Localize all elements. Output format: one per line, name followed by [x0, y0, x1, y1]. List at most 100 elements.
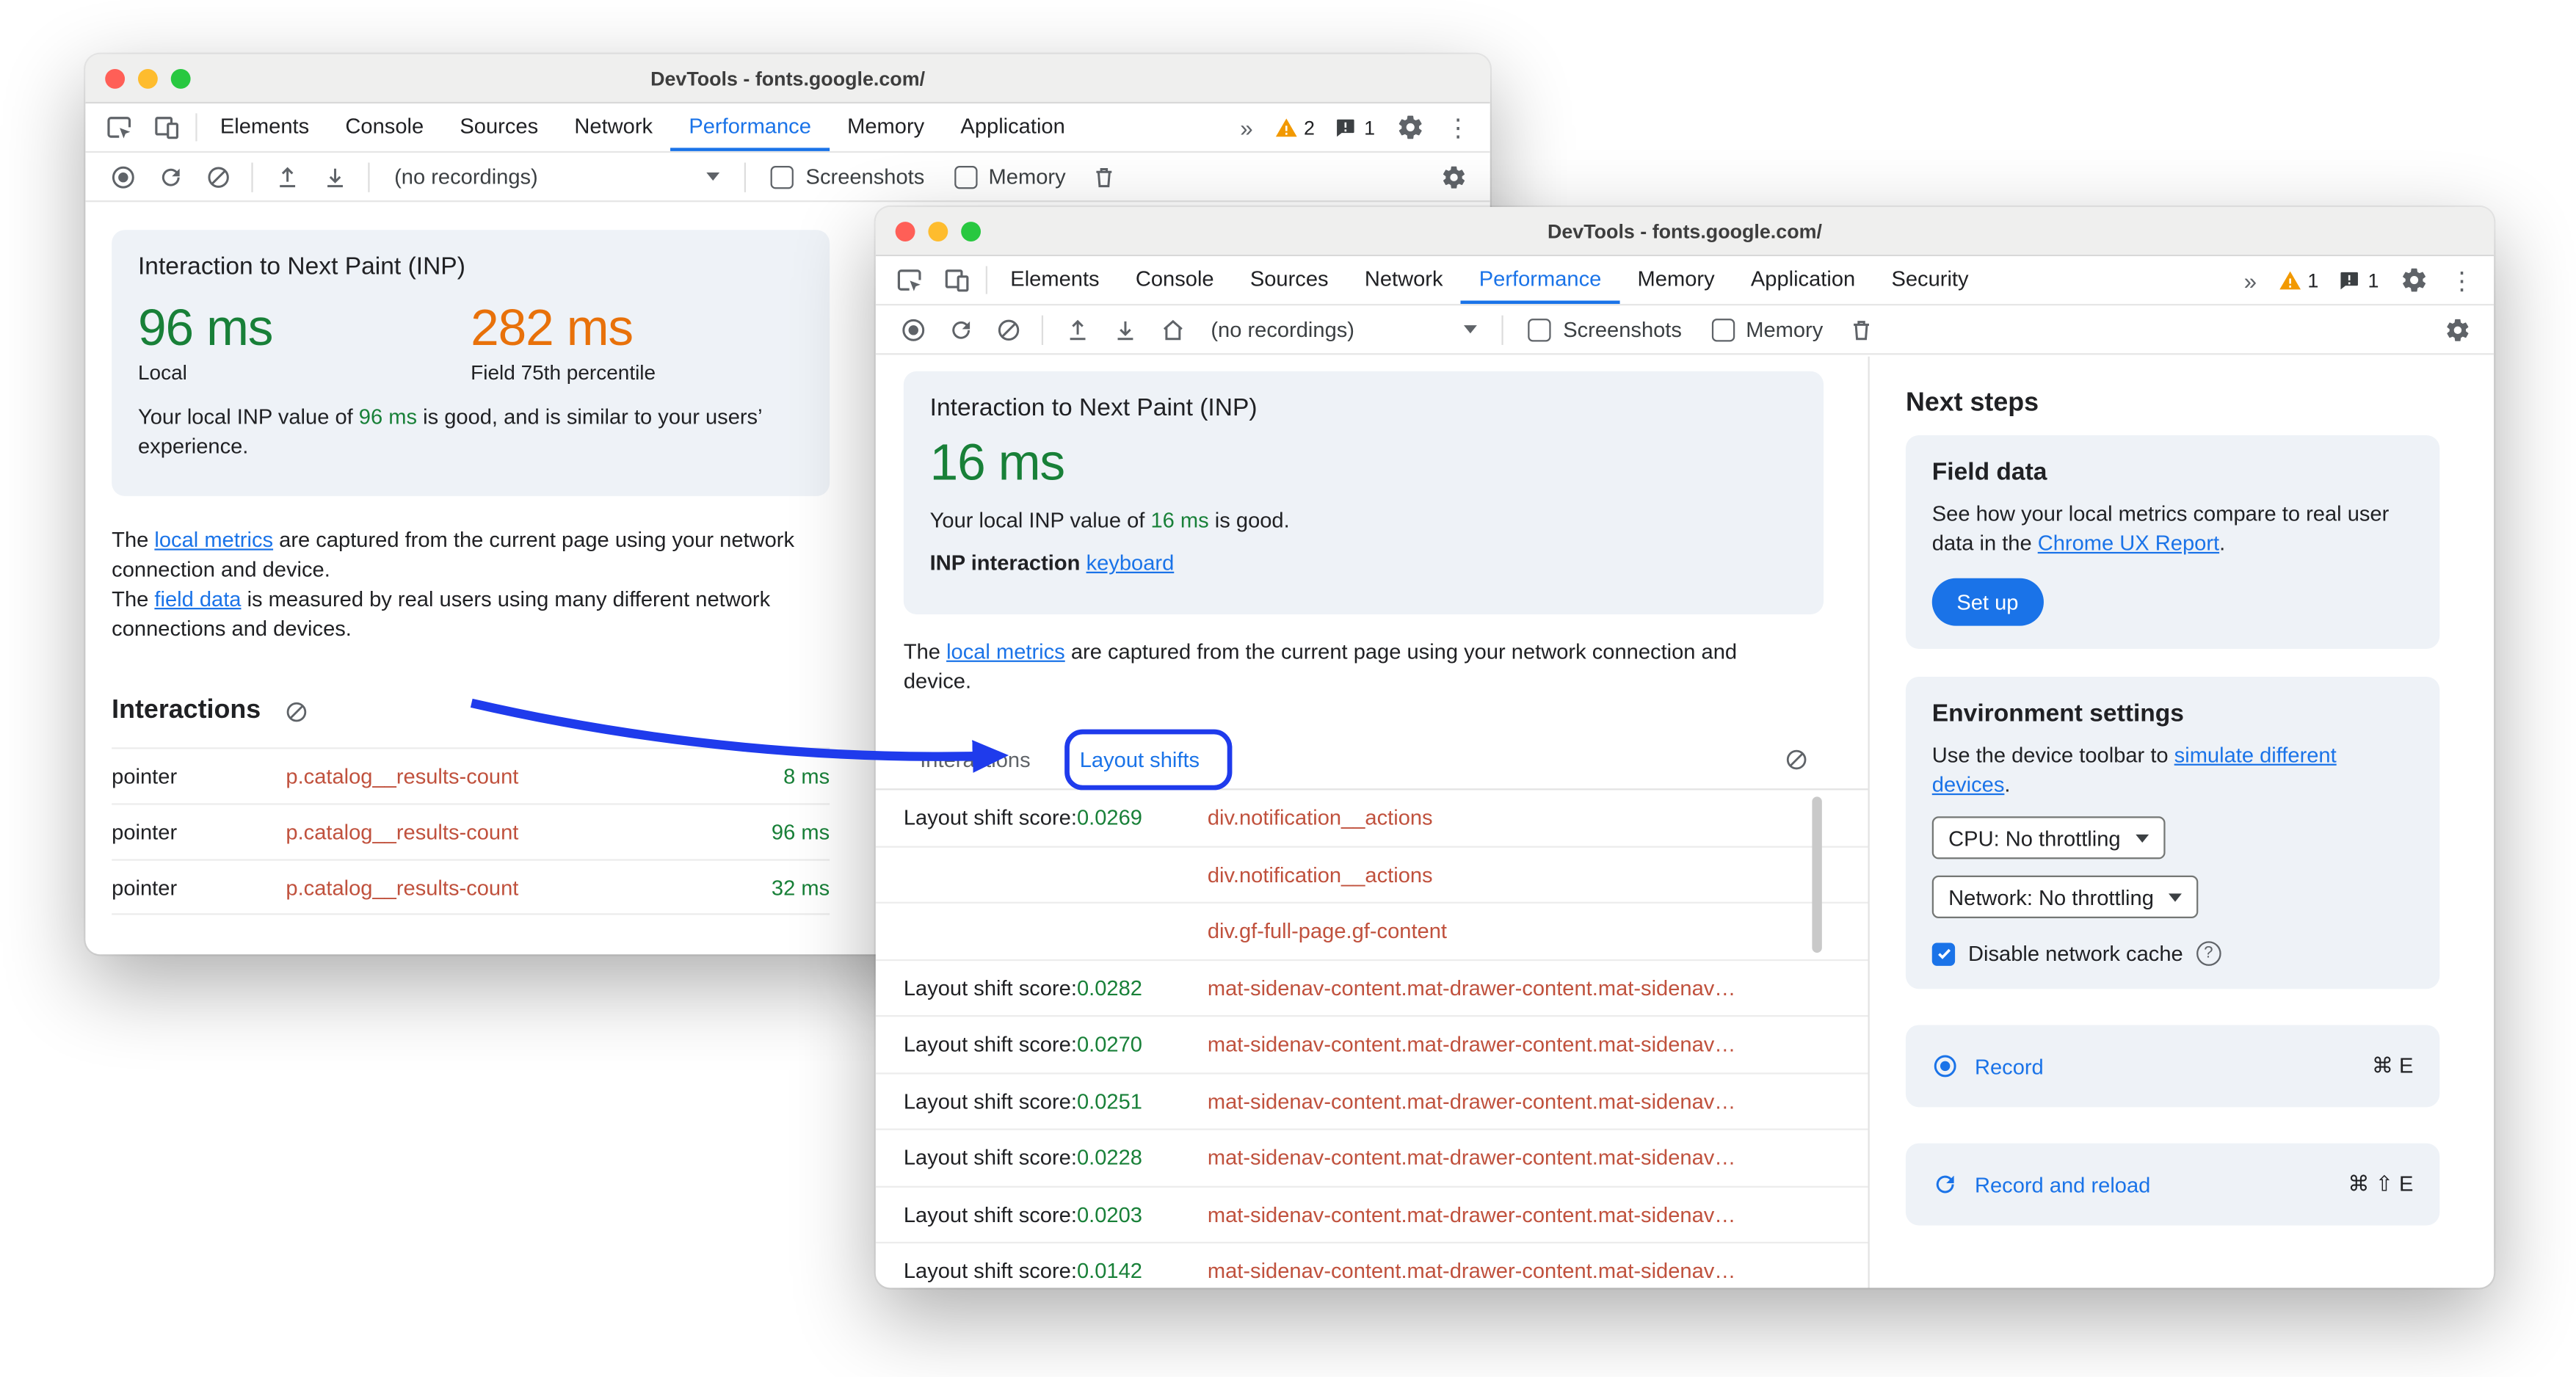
memory-checkbox[interactable]: Memory [1697, 317, 1837, 341]
garbage-collect-icon[interactable] [1837, 308, 1885, 351]
recordings-select[interactable]: (no recordings) [380, 164, 735, 189]
tab-application[interactable]: Application [943, 103, 1084, 151]
local-metrics-link[interactable]: local metrics [154, 527, 273, 552]
shift-node-link[interactable]: mat-sidenav-content.mat-drawer-content.m… [1208, 1259, 1736, 1284]
kebab-menu-icon[interactable]: ⋮ [2442, 265, 2483, 295]
close-window-button[interactable] [105, 68, 126, 88]
table-row[interactable]: Layout shift score: 0.0269 div.notificat… [875, 790, 1868, 847]
tab-performance[interactable]: Performance [670, 103, 830, 151]
tab-elements[interactable]: Elements [993, 256, 1118, 304]
device-toolbar-icon[interactable] [143, 103, 191, 151]
tab-sources[interactable]: Sources [442, 103, 556, 151]
shift-node-link[interactable]: mat-sidenav-content.mat-drawer-content.m… [1208, 1032, 1736, 1057]
kebab-menu-icon[interactable]: ⋮ [1437, 112, 1479, 142]
subtab-interactions[interactable]: Interactions [920, 746, 1030, 771]
checkbox-unchecked[interactable] [1528, 318, 1552, 341]
checkbox-unchecked[interactable] [771, 164, 794, 189]
interaction-node-link[interactable]: p.catalog__results-count [286, 820, 518, 845]
issues-badge[interactable]: 1 [1327, 116, 1384, 139]
tab-sources[interactable]: Sources [1232, 256, 1346, 304]
record-icon[interactable] [98, 155, 146, 197]
upload-profile-icon[interactable] [1053, 308, 1100, 351]
reload-icon[interactable] [937, 308, 984, 351]
warnings-badge[interactable]: 1 [2270, 269, 2327, 291]
close-window-button[interactable] [895, 220, 915, 241]
tab-network[interactable]: Network [1346, 256, 1461, 304]
recordings-select[interactable]: (no recordings) [1196, 317, 1492, 341]
clear-icon[interactable] [984, 308, 1032, 351]
shift-node-link[interactable]: mat-sidenav-content.mat-drawer-content.m… [1208, 1202, 1736, 1227]
shift-node-link[interactable]: div.notification__actions [1208, 862, 1433, 887]
toolbar-settings-gear-icon[interactable] [2433, 308, 2481, 351]
titlebar-back[interactable]: DevTools - fonts.google.com/ [85, 54, 1490, 103]
table-row[interactable]: Layout shift score: 0.0142 mat-sidenav-c… [876, 1243, 1868, 1287]
field-data-link[interactable]: field data [154, 586, 241, 611]
table-row[interactable]: Layout shift score: 0.0251 mat-sidenav-c… [875, 1073, 1868, 1130]
shift-node-link[interactable]: div.notification__actions [1208, 805, 1433, 830]
inspect-icon[interactable] [885, 256, 933, 304]
tab-console[interactable]: Console [1117, 256, 1232, 304]
inspect-icon[interactable] [95, 103, 143, 151]
tab-network[interactable]: Network [556, 103, 671, 151]
more-tabs-icon[interactable]: » [1230, 115, 1263, 141]
shift-node-link[interactable]: div.gf-full-page.gf-content [1208, 919, 1447, 944]
table-row[interactable]: pointer p.catalog__results-count 96 ms [112, 803, 830, 859]
record-icon[interactable] [889, 308, 937, 351]
settings-gear-icon[interactable] [2390, 266, 2438, 294]
cpu-throttling-select[interactable]: CPU: No throttling [1931, 816, 2166, 860]
settings-gear-icon[interactable] [1387, 113, 1434, 141]
local-metrics-link[interactable]: local metrics [946, 639, 1065, 664]
tab-console[interactable]: Console [327, 103, 442, 151]
table-row[interactable]: pointer p.catalog__results-count 8 ms [112, 747, 830, 803]
toolbar-settings-gear-icon[interactable] [1429, 155, 1477, 197]
tab-application[interactable]: Application [1733, 256, 1873, 304]
shift-node-link[interactable]: mat-sidenav-content.mat-drawer-content.m… [1208, 1145, 1736, 1170]
minimize-window-button[interactable] [928, 220, 948, 241]
screenshots-checkbox[interactable]: Screenshots [1514, 317, 1697, 341]
garbage-collect-icon[interactable] [1081, 155, 1128, 197]
record-and-reload-label[interactable]: Record and reload [1975, 1172, 2150, 1197]
network-throttling-select[interactable]: Network: No throttling [1931, 875, 2199, 918]
inp-interaction-link[interactable]: keyboard [1086, 551, 1175, 575]
zoom-window-button[interactable] [961, 220, 982, 241]
set-up-button[interactable]: Set up [1931, 578, 2044, 626]
warnings-badge[interactable]: 2 [1266, 116, 1324, 139]
screenshots-checkbox[interactable]: Screenshots [756, 164, 939, 189]
clear-interactions-icon[interactable] [283, 699, 308, 724]
table-row[interactable]: div.gf-full-page.gf-content [875, 904, 1868, 961]
tab-elements[interactable]: Elements [202, 103, 327, 151]
help-icon[interactable]: ? [2196, 941, 2221, 966]
table-row[interactable]: Layout shift score: 0.0228 mat-sidenav-c… [875, 1130, 1868, 1187]
titlebar-front[interactable]: DevTools - fonts.google.com/ [875, 206, 2495, 257]
checkbox-unchecked[interactable] [954, 164, 977, 189]
record-and-reload-card[interactable]: Record and reload ⌘ ⇧ E [1905, 1143, 2440, 1226]
home-icon[interactable] [1148, 308, 1196, 351]
table-row[interactable]: Layout shift score: 0.0270 mat-sidenav-c… [875, 1017, 1868, 1074]
scrollbar-thumb[interactable] [1812, 796, 1822, 953]
shift-node-link[interactable]: mat-sidenav-content.mat-drawer-content.m… [1208, 1089, 1736, 1113]
tab-security[interactable]: Security [1873, 256, 1987, 304]
clear-icon[interactable] [194, 155, 242, 197]
checkbox-unchecked[interactable] [1711, 318, 1735, 341]
record-card[interactable]: Record ⌘ E [1905, 1025, 2440, 1108]
reload-icon[interactable] [146, 155, 194, 197]
upload-profile-icon[interactable] [263, 155, 311, 197]
table-row[interactable]: Layout shift score: 0.0282 mat-sidenav-c… [875, 960, 1868, 1017]
table-row[interactable]: Layout shift score: 0.0203 mat-sidenav-c… [875, 1187, 1868, 1244]
table-row[interactable]: pointer p.catalog__results-count 32 ms [112, 859, 830, 915]
minimize-window-button[interactable] [137, 68, 158, 88]
memory-checkbox[interactable]: Memory [939, 164, 1080, 189]
clear-log-icon[interactable] [1784, 746, 1809, 771]
issues-badge[interactable]: 1 [2330, 269, 2387, 291]
tab-performance[interactable]: Performance [1461, 256, 1619, 305]
interaction-node-link[interactable]: p.catalog__results-count [286, 875, 518, 900]
record-label[interactable]: Record [1975, 1054, 2044, 1079]
subtab-layout-shifts[interactable]: Layout shifts [1080, 746, 1200, 771]
interaction-node-link[interactable]: p.catalog__results-count [286, 764, 518, 789]
download-profile-icon[interactable] [311, 155, 358, 197]
more-tabs-icon[interactable]: » [2234, 267, 2266, 294]
zoom-window-button[interactable] [170, 68, 191, 88]
shift-node-link[interactable]: mat-sidenav-content.mat-drawer-content.m… [1208, 975, 1736, 1000]
tab-memory[interactable]: Memory [830, 103, 943, 151]
disable-cache-checkbox[interactable] [1931, 942, 1956, 965]
